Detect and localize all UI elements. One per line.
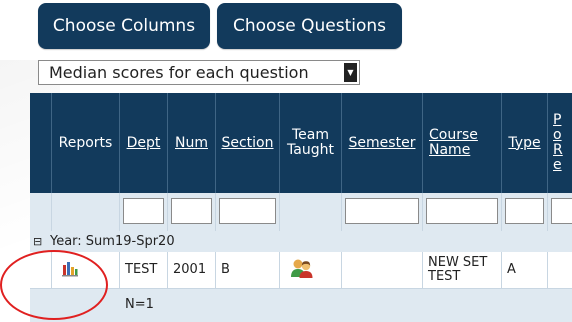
row-team-taught-cell xyxy=(280,252,342,288)
count-label: N=1 xyxy=(125,297,154,312)
filter-po-re-input[interactable] xyxy=(551,198,572,224)
filter-type-cell xyxy=(502,193,548,231)
choose-questions-button[interactable]: Choose Questions xyxy=(217,3,402,49)
filter-dept-input[interactable] xyxy=(123,198,164,224)
header-semester[interactable]: Semester xyxy=(342,93,423,193)
header-reports: Reports xyxy=(52,93,120,193)
filter-team-taught-cell xyxy=(280,193,342,231)
choose-columns-button[interactable]: Choose Columns xyxy=(38,3,210,49)
header-section-label[interactable]: Section xyxy=(221,135,273,151)
report-type-select[interactable]: Median scores for each question ▼ xyxy=(38,60,360,85)
table-header: Reports Dept Num Section Team Taught Sem… xyxy=(30,93,572,193)
collapse-toggle-icon[interactable]: ⊟ xyxy=(33,231,42,252)
group-label: Year: Sum19-Spr20 xyxy=(50,234,175,249)
row-section: B xyxy=(216,252,280,288)
header-type[interactable]: Type xyxy=(502,93,548,193)
filter-course-name-cell xyxy=(423,193,502,231)
header-team-taught-label: Team Taught xyxy=(287,127,334,158)
count-row: N=1 xyxy=(30,289,572,322)
row-course-name: NEW SET TEST xyxy=(423,252,502,288)
filter-type-input[interactable] xyxy=(505,198,544,224)
filter-row xyxy=(30,193,572,231)
header-team-taught: Team Taught xyxy=(280,93,342,193)
group-row: ⊟ Year: Sum19-Spr20 xyxy=(30,231,572,252)
filter-section-input[interactable] xyxy=(219,198,276,224)
header-course-name[interactable]: Course Name xyxy=(423,93,502,193)
header-course-name-label[interactable]: Course Name xyxy=(429,128,501,158)
filter-po-re-cell xyxy=(548,193,572,231)
row-num: 2001 xyxy=(168,252,216,288)
header-reports-label: Reports xyxy=(58,134,113,151)
filter-num-cell xyxy=(168,193,216,231)
table-row: TEST 2001 B NEW SET TEST A xyxy=(30,252,572,289)
header-dept-label[interactable]: Dept xyxy=(127,135,161,151)
row-semester xyxy=(342,252,423,288)
row-type: A xyxy=(502,252,548,288)
header-dept[interactable]: Dept xyxy=(120,93,168,193)
filter-semester-cell xyxy=(342,193,423,231)
header-num[interactable]: Num xyxy=(168,93,216,193)
filter-num-input[interactable] xyxy=(171,198,212,224)
header-semester-label[interactable]: Semester xyxy=(349,135,416,151)
dropdown-arrow-icon[interactable]: ▼ xyxy=(344,63,357,82)
header-section[interactable]: Section xyxy=(216,93,280,193)
filter-course-name-input[interactable] xyxy=(426,198,498,224)
filter-dept-cell xyxy=(120,193,168,231)
two-people-icon xyxy=(290,257,314,283)
filter-semester-input[interactable] xyxy=(345,198,419,224)
header-po-re[interactable]: Po Re xyxy=(548,93,572,193)
header-spacer xyxy=(30,93,52,193)
filter-reports xyxy=(52,193,120,231)
filter-spacer xyxy=(30,193,52,231)
report-type-select-value: Median scores for each question xyxy=(49,63,309,82)
header-type-label[interactable]: Type xyxy=(508,135,540,151)
header-po-re-label[interactable]: Po Re xyxy=(553,113,565,173)
highlight-circle xyxy=(0,250,108,320)
filter-section-cell xyxy=(216,193,280,231)
row-po-re xyxy=(548,252,572,288)
results-table: Reports Dept Num Section Team Taught Sem… xyxy=(30,93,572,322)
row-dept: TEST xyxy=(120,252,168,288)
header-num-label[interactable]: Num xyxy=(175,135,208,151)
